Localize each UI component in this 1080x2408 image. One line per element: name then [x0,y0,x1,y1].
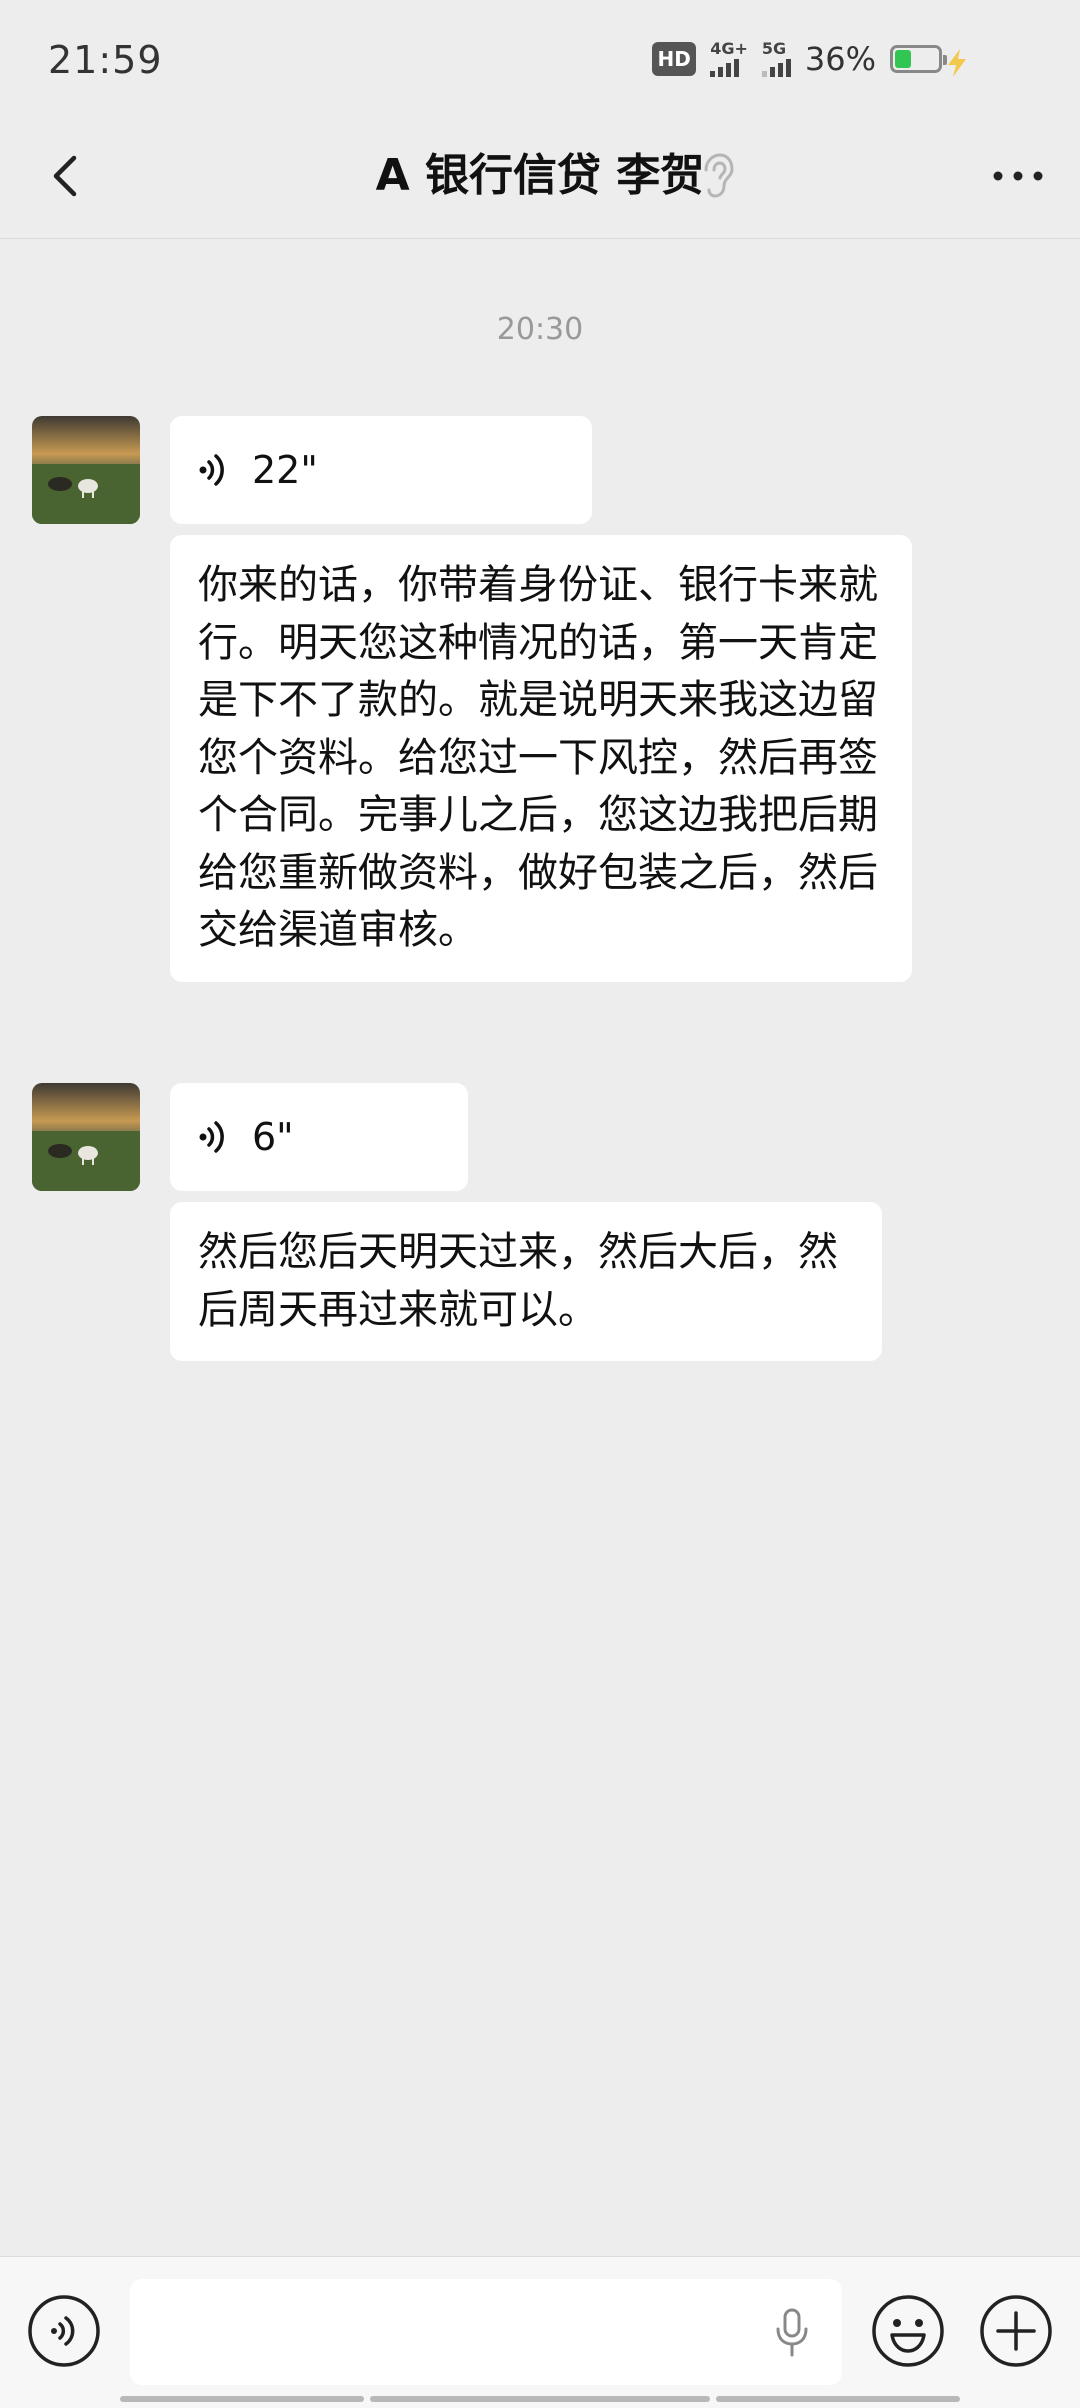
contact-avatar[interactable] [32,416,140,524]
signal-5g-icon: 5G [761,39,791,77]
chat-title[interactable]: A 银行信贷 李贺 [0,144,1080,208]
net2-label: 5G [761,39,787,58]
chat-header: A 银行信贷 李贺 [0,120,1080,239]
text-message[interactable]: 然后您后天明天过来，然后大后，然后周天再过来就可以。 [170,1202,882,1361]
status-icons: HD 4G+ 5G 36% [652,39,947,78]
voice-input-toggle-icon[interactable] [26,2293,102,2369]
message-input[interactable] [130,2279,842,2385]
text-message[interactable]: 你来的话，你带着身份证、银行卡来就行。明天您这种情况的话，第一天肯定是下不了款的… [170,535,912,982]
input-bar [0,2256,1080,2408]
charging-icon [948,49,966,77]
nav-hint-right [716,2396,960,2402]
signal-4g-icon: 4G+ [710,41,748,77]
ear-icon [704,153,734,198]
more-icon[interactable] [984,142,1052,210]
hd-icon: HD [652,42,697,76]
net1-label: 4G+ [710,39,748,58]
plus-icon[interactable] [978,2293,1054,2369]
status-time: 21:59 [48,38,163,82]
message-timestamp: 20:30 [496,312,584,347]
voice-wave-icon [199,1121,224,1153]
contact-avatar[interactable] [32,1083,140,1191]
voice-wave-icon [199,454,224,486]
status-bar: 21:59 HD 4G+ 5G 36% [0,0,1080,120]
nav-hint-left [120,2396,364,2402]
chat-screen: 21:59 HD 4G+ 5G 36% A 银行信贷 李贺 20:30 22" … [0,0,1080,2408]
battery-icon [890,45,947,73]
nav-hint-center [370,2396,710,2402]
voice-message[interactable]: 22" [170,416,592,524]
battery-percent: 36% [804,40,876,78]
voice-message[interactable]: 6" [170,1083,468,1191]
voice-duration: 22" [252,448,318,492]
voice-duration: 6" [252,1115,294,1159]
microphone-icon[interactable] [772,2307,812,2359]
emoji-icon[interactable] [870,2293,946,2369]
